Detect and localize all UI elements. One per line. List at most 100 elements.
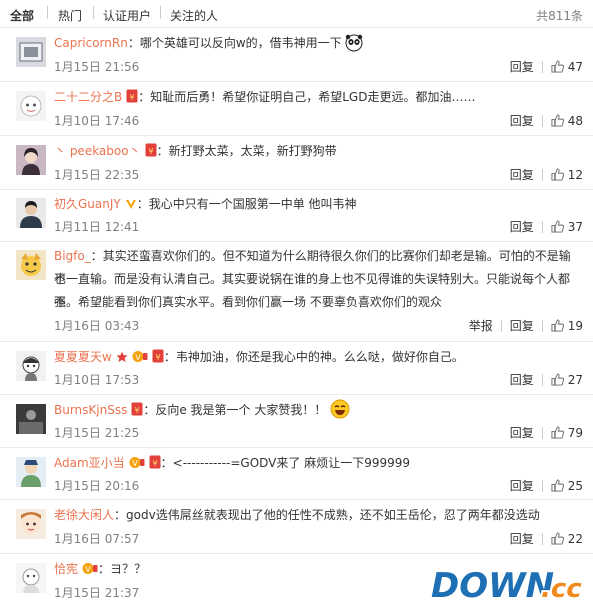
- member-badge-icon: V: [129, 454, 145, 477]
- comment-count: 共811条: [536, 9, 583, 23]
- thumbs-up-icon: [551, 220, 564, 236]
- like-button[interactable]: 12: [551, 168, 583, 184]
- star-badge-icon: [116, 348, 128, 371]
- avatar[interactable]: [16, 198, 46, 228]
- user-name[interactable]: 恰宪: [54, 562, 78, 576]
- member-badge-icon: V: [82, 560, 98, 583]
- comment-item: 夏夏夏天w V ¥ ：韦神加油，你还是我心中的神。么么哒，做好你自己。 1月10日 1…: [0, 342, 593, 395]
- comment-date: 1月15日 22:35: [54, 168, 140, 182]
- reply-button[interactable]: 回复: [510, 317, 534, 334]
- comment-text: ：我心中只有一个国服第一中单 他叫韦神: [136, 197, 357, 211]
- red-envelope-badge-icon: ¥: [145, 142, 157, 165]
- user-name[interactable]: 二十二分之B: [54, 90, 122, 104]
- svg-text:V: V: [85, 565, 91, 574]
- like-button[interactable]: 25: [551, 479, 583, 495]
- comment-date: 1月16日 07:57: [54, 532, 140, 546]
- like-button[interactable]: 19: [551, 319, 583, 335]
- reply-button[interactable]: 回复: [510, 58, 534, 75]
- comment-text-line: 强。希望能看到你们真实水平。看到你们赢一场 不要辜负喜欢你们的观众: [54, 295, 442, 309]
- tab-divider: [160, 6, 161, 19]
- member-badge-icon: V: [132, 348, 148, 371]
- thumbs-up-icon: [551, 373, 564, 389]
- svg-text:V: V: [135, 353, 141, 362]
- watermark-main-text: DOWN: [431, 566, 554, 605]
- verified-v-badge-icon: [125, 195, 137, 218]
- red-envelope-badge-icon: ¥: [126, 88, 138, 111]
- reply-button[interactable]: 回复: [510, 218, 534, 235]
- reply-button[interactable]: 回复: [510, 424, 534, 441]
- user-name[interactable]: Adam亚小当: [54, 456, 125, 470]
- like-button[interactable]: 47: [551, 60, 583, 76]
- reply-button[interactable]: 回复: [510, 371, 534, 388]
- user-name[interactable]: BurnsKjnSss: [54, 403, 127, 417]
- comment-text: ：<-----------=GODV来了 麻烦让一下999999: [160, 456, 411, 470]
- comment-text: ：新打野太菜，太菜，新打野狗带: [156, 144, 337, 158]
- panda-emoji-icon: [345, 34, 363, 60]
- reply-button[interactable]: 回复: [510, 166, 534, 183]
- thumbs-up-icon: [551, 319, 564, 335]
- thumbs-up-icon: [551, 60, 564, 76]
- comment-item: 老徐大闲人：godv选伟屌丝就表现出了他的任性不成熟，还不如王岳伦，忍了两年都没…: [0, 500, 593, 554]
- svg-text:¥: ¥: [155, 353, 160, 362]
- avatar[interactable]: [16, 351, 46, 381]
- watermark-suffix-text: .cc: [541, 574, 582, 604]
- tab-verified[interactable]: 认证用户: [103, 7, 151, 24]
- down-cc-watermark-logo: DOWN DOWN .cc .cc: [429, 561, 587, 609]
- user-name[interactable]: 丶 peekaboo丶: [54, 144, 141, 158]
- tab-hot[interactable]: 热门: [58, 7, 82, 24]
- comment-date: 1月10日 17:53: [54, 373, 140, 387]
- avatar[interactable]: [16, 91, 46, 121]
- thumbs-up-icon: [551, 532, 564, 548]
- like-button[interactable]: 48: [551, 114, 583, 130]
- comment-date: 1月15日 21:56: [54, 60, 140, 74]
- svg-text:¥: ¥: [135, 406, 140, 415]
- like-button[interactable]: 79: [551, 426, 583, 442]
- like-button[interactable]: 22: [551, 532, 583, 548]
- avatar[interactable]: [16, 457, 46, 487]
- avatar[interactable]: [16, 509, 46, 539]
- like-count: 19: [567, 319, 583, 333]
- report-button[interactable]: 举报: [469, 317, 493, 334]
- red-envelope-badge-icon: ¥: [149, 454, 161, 477]
- thumbs-up-icon: [551, 479, 564, 495]
- like-button[interactable]: 37: [551, 220, 583, 236]
- tab-divider: [47, 6, 48, 19]
- reply-button[interactable]: 回复: [510, 477, 534, 494]
- comment-text: ：ヨ？？: [98, 562, 147, 576]
- avatar[interactable]: [16, 250, 46, 280]
- svg-text:¥: ¥: [130, 93, 135, 102]
- comment-date: 1月16日 03:43: [54, 319, 140, 333]
- action-divider: [541, 169, 543, 181]
- reply-button[interactable]: 回复: [510, 112, 534, 129]
- avatar[interactable]: [16, 145, 46, 175]
- comment-item: 丶 peekaboo丶 ¥ ：新打野太菜，太菜，新打野狗带 1月15日 22:35 …: [0, 136, 593, 190]
- like-count: 27: [567, 373, 583, 387]
- user-name[interactable]: 老徐大闲人: [54, 508, 114, 522]
- comment-text: ：哪个英雄可以反向w的，借韦神用一下: [127, 36, 342, 50]
- tab-following[interactable]: 关注的人: [170, 7, 218, 24]
- reply-button[interactable]: 回复: [510, 530, 534, 547]
- action-divider: [541, 533, 543, 545]
- comment-item: BurnsKjnSss ¥ ：反向e 我是第一个 大家赞我！！ 1月15日 21:2…: [0, 395, 593, 448]
- action-divider: [541, 221, 543, 233]
- like-button[interactable]: 27: [551, 373, 583, 389]
- comment-date: 1月11日 12:41: [54, 220, 140, 234]
- svg-text:V: V: [132, 459, 138, 468]
- user-name[interactable]: Bigfo_: [54, 249, 91, 263]
- svg-text:¥: ¥: [148, 147, 153, 156]
- comment-item: Bigfo_：其实还蛮喜欢你们的。但不知道为什么期待很久你们的比赛你们却老是输。…: [0, 242, 593, 342]
- comment-text: ：反向e 我是第一个 大家赞我！！: [143, 403, 327, 417]
- user-name[interactable]: 初久GuanJY: [54, 197, 121, 211]
- action-divider: [500, 320, 502, 332]
- user-name[interactable]: CapricornRn: [54, 36, 128, 50]
- avatar[interactable]: [16, 404, 46, 434]
- user-name[interactable]: 夏夏夏天w: [54, 350, 112, 364]
- tab-all[interactable]: 全部: [10, 7, 34, 24]
- comment-date: 1月15日 21:25: [54, 426, 140, 440]
- avatar[interactable]: [16, 563, 46, 593]
- avatar[interactable]: [16, 37, 46, 67]
- action-divider: [541, 61, 543, 73]
- thumbs-up-icon: [551, 168, 564, 184]
- comment-date: 1月10日 17:46: [54, 114, 140, 128]
- like-count: 48: [567, 114, 583, 128]
